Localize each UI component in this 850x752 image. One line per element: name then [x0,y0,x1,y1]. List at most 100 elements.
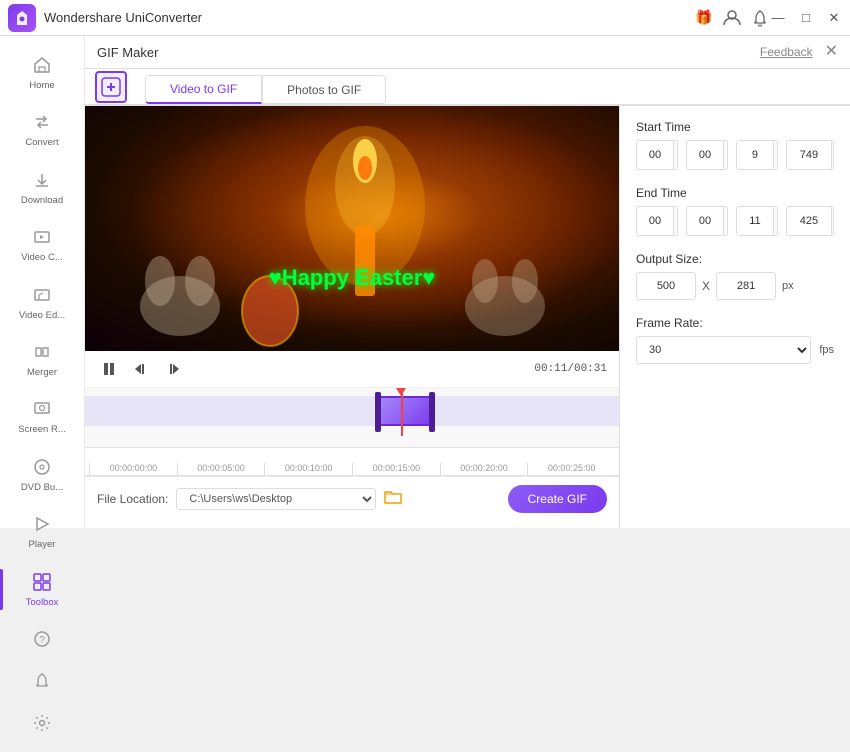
start-mm-input[interactable] [687,141,723,169]
end-ms-down[interactable]: ▼ [832,221,834,235]
settings-icon [31,712,53,734]
sidebar-item-download[interactable]: Download [0,159,84,216]
start-hh-field: ▲ ▼ [636,140,678,170]
toolbox-icon [31,571,53,593]
candle-svg [85,106,605,351]
folder-icon[interactable] [384,489,402,510]
add-file-button[interactable] [95,71,127,103]
feedback-link[interactable]: Feedback [760,45,813,59]
sidebar-label-dvd: DVD Bu... [21,482,63,493]
maximize-btn[interactable]: □ [798,10,814,25]
end-hh-spinners: ▲ ▼ [673,207,678,235]
home-icon [31,54,53,76]
settings-panel: Start Time ▲ ▼ [620,106,850,528]
start-mm-up[interactable]: ▲ [724,141,728,155]
start-ms-spinners: ▲ ▼ [831,141,834,169]
width-input[interactable] [636,272,696,300]
app-logo [8,4,36,32]
start-mm-down[interactable]: ▼ [724,155,728,169]
merger-icon [31,341,53,363]
start-hh-input[interactable] [637,141,673,169]
frame-rate-row: 15 20 25 30 60 fps [636,336,834,364]
timeline-area[interactable] [85,388,619,448]
timeline-handle-right[interactable] [429,392,435,432]
minimize-btn[interactable]: — [770,10,786,25]
sidebar-item-notification[interactable] [0,660,84,702]
end-ms-up[interactable]: ▲ [832,207,834,221]
sidebar-item-settings[interactable] [0,702,84,744]
active-bar [0,569,3,610]
tab-photos-to-gif[interactable]: Photos to GIF [262,75,386,104]
gif-maker-body: ♥Happy Easter♥ 00: [85,106,850,528]
start-ss-input[interactable] [737,141,773,169]
sidebar-item-help[interactable]: ? [0,618,84,660]
end-mm-down[interactable]: ▼ [724,221,728,235]
sidebar-item-dvd[interactable]: DVD Bu... [0,446,84,503]
sidebar-item-convert[interactable]: Convert [0,101,84,158]
end-ss-up[interactable]: ▲ [774,207,778,221]
main-layout: Home Convert Download Video C... Video E… [0,36,850,528]
end-hh-up[interactable]: ▲ [674,207,678,221]
sidebar-label-screen-r: Screen R... [18,424,66,435]
start-time-inputs: ▲ ▼ ▲ ▼ [636,140,834,170]
ruler-mark-4: 00:00:20:00 [440,463,528,475]
file-location-label: File Location: [97,492,168,506]
sidebar-item-home[interactable]: Home [0,44,84,101]
end-ss-input[interactable] [737,207,773,235]
end-time-inputs: ▲ ▼ ▲ ▼ [636,206,834,236]
sidebar-item-player[interactable]: Player [0,503,84,560]
content-area: ...d the ing of ...aits rence und. ...da… [85,36,850,528]
help-icon: ? [31,628,53,650]
svg-text:?: ? [39,635,45,646]
gift-icon[interactable]: 🎁 [694,8,714,28]
create-gif-button[interactable]: Create GIF [508,485,607,513]
rewind-button[interactable] [129,357,153,381]
start-ms-down[interactable]: ▼ [832,155,834,169]
file-location-select[interactable]: C:\Users\ws\Desktop [176,488,376,510]
tab-video-to-gif[interactable]: Video to GIF [145,75,262,104]
sidebar-item-toolbox[interactable]: Toolbox [0,561,84,618]
sidebar-item-screen-r[interactable]: Screen R... [0,388,84,445]
end-hh-input[interactable] [637,207,673,235]
timeline-handle-left[interactable] [375,392,381,432]
start-hh-down[interactable]: ▼ [674,155,678,169]
ruler-mark-0: 00:00:00:00 [89,463,177,475]
timeline-ruler: 00:00:00:00 00:00:05:00 00:00:10:00 00:0… [85,448,619,476]
start-ms-field: ▲ ▼ [786,140,834,170]
end-mm-input[interactable] [687,207,723,235]
app-title: Wondershare UniConverter [44,10,694,25]
titlebar-icons: 🎁 [694,8,770,28]
end-ss-spinners: ▲ ▼ [773,207,778,235]
start-ss-up[interactable]: ▲ [774,141,778,155]
end-ms-input[interactable] [787,207,831,235]
timeline-segment[interactable] [375,396,435,426]
frame-rate-label: Frame Rate: [636,316,834,330]
close-btn[interactable]: ✕ [826,10,842,26]
timeline-playhead[interactable] [401,388,403,436]
start-hh-spinners: ▲ ▼ [673,141,678,169]
size-unit: px [782,280,794,292]
end-ss-down[interactable]: ▼ [774,221,778,235]
pause-button[interactable] [97,357,121,381]
start-time-group: Start Time ▲ ▼ [636,120,834,170]
end-mm-up[interactable]: ▲ [724,207,728,221]
fps-select[interactable]: 15 20 25 30 60 [636,336,811,364]
sidebar-label-video-e: Video Ed... [19,310,65,321]
sidebar-item-video-c[interactable]: Video C... [0,216,84,273]
start-ms-input[interactable] [787,141,831,169]
gif-maker-panel: GIF Maker Feedback ✕ Video to GIF [85,36,850,528]
end-hh-down[interactable]: ▼ [674,221,678,235]
size-x-separator: X [702,279,710,293]
start-time-label: Start Time [636,120,834,134]
start-ss-down[interactable]: ▼ [774,155,778,169]
sidebar-item-merger[interactable]: Merger [0,331,84,388]
user-icon[interactable] [722,8,742,28]
forward-button[interactable] [161,357,185,381]
start-ms-up[interactable]: ▲ [832,141,834,155]
sidebar-item-video-e[interactable]: Video Ed... [0,274,84,331]
end-ms-field: ▲ ▼ [786,206,834,236]
height-input[interactable] [716,272,776,300]
bell-icon[interactable] [750,8,770,28]
gif-maker-close[interactable]: ✕ [825,44,838,60]
start-hh-up[interactable]: ▲ [674,141,678,155]
